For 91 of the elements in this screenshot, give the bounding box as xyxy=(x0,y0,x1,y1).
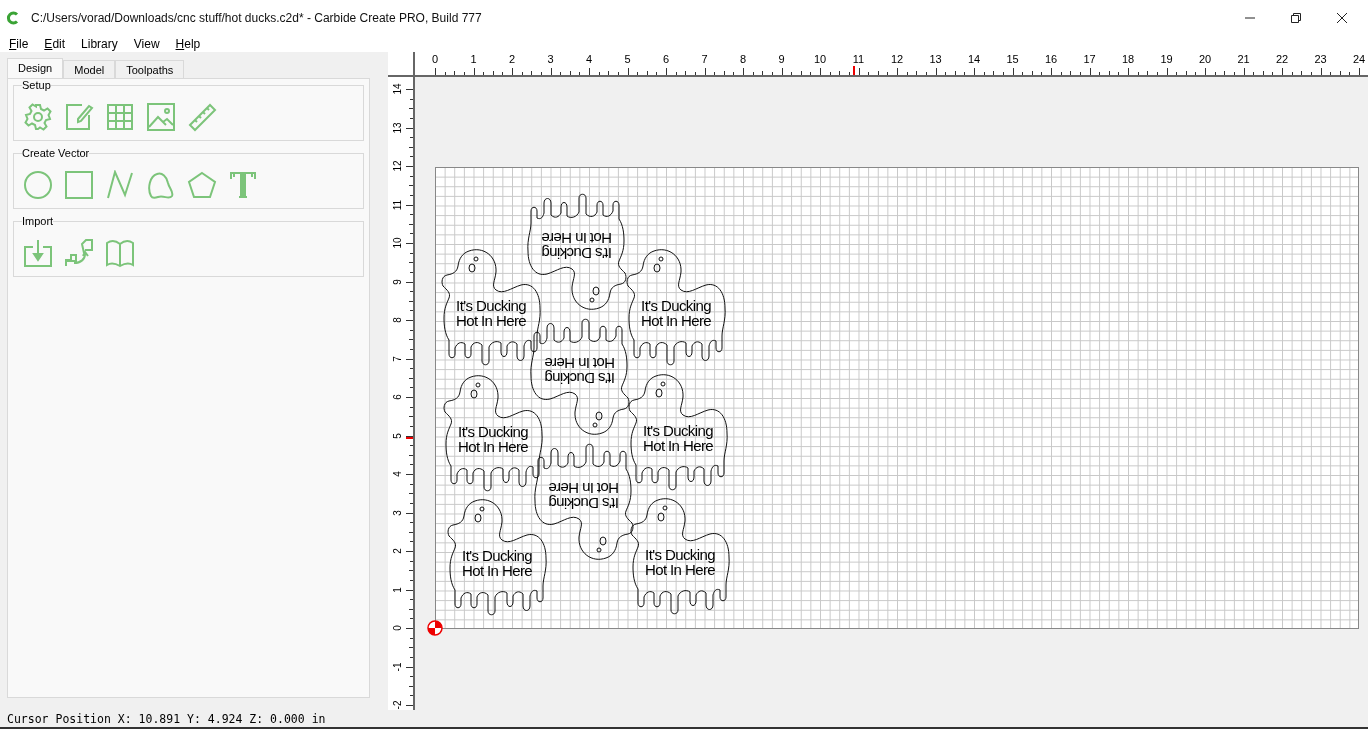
ruler-label: 5 xyxy=(392,431,404,441)
design-text[interactable]: It's Ducking xyxy=(542,246,612,261)
menu-item[interactable]: Help xyxy=(175,37,201,51)
ruler-label: 17 xyxy=(1083,54,1096,65)
design-text[interactable]: It's Ducking xyxy=(549,496,619,511)
ruler-label: 23 xyxy=(1314,54,1327,65)
ruler-label: 7 xyxy=(701,54,708,65)
design-text[interactable]: It's Ducking xyxy=(458,424,528,439)
circle-icon[interactable] xyxy=(23,170,53,200)
ruler-icon[interactable] xyxy=(187,102,217,132)
ruler-label: 19 xyxy=(1160,54,1173,65)
ruler-label: 2 xyxy=(392,547,404,556)
ruler-label: 6 xyxy=(392,393,404,402)
design-text[interactable]: It's Ducking xyxy=(462,548,532,563)
design-text[interactable]: It's Ducking xyxy=(643,423,713,438)
design-text[interactable]: Hot In Here xyxy=(548,481,620,496)
ruler-label: 12 xyxy=(890,54,904,65)
menu-item[interactable]: Edit xyxy=(44,37,66,51)
restore-icon[interactable] xyxy=(1290,12,1302,24)
menu-item[interactable]: View xyxy=(133,37,160,51)
design-text[interactable]: Hot In Here xyxy=(461,563,533,578)
ruler-label: 3 xyxy=(547,54,554,65)
ruler-label: 14 xyxy=(392,83,404,95)
ruler-label: 20 xyxy=(1198,54,1212,65)
ruler-label: 16 xyxy=(1044,54,1058,65)
ruler-label: 11 xyxy=(852,54,865,65)
ruler-label: 22 xyxy=(1275,54,1289,65)
ruler-label: 9 xyxy=(778,54,785,65)
ruler-label: 8 xyxy=(739,54,747,65)
ruler-label: -2 xyxy=(392,699,404,710)
design-text[interactable]: Hot In Here xyxy=(544,356,616,371)
cursor-marker xyxy=(406,437,413,440)
design-text[interactable]: Hot In Here xyxy=(457,439,529,454)
curve-icon[interactable] xyxy=(146,170,176,200)
ruler-label: 9 xyxy=(392,277,404,287)
grid-icon[interactable] xyxy=(105,102,135,132)
design-text[interactable]: Hot In Here xyxy=(640,313,712,328)
window-title: C:/Users/vorad/Downloads/cnc stuff/hot ducks.c2d* - Carbide Create PRO, Build 777 xyxy=(31,11,483,25)
group-title: Create Vector xyxy=(22,147,90,160)
ruler-label: 0 xyxy=(392,624,404,633)
design-text[interactable]: Hot In Here xyxy=(455,313,527,328)
ruler-label: 13 xyxy=(929,54,942,65)
image-icon[interactable] xyxy=(146,102,176,132)
gear-icon[interactable] xyxy=(23,102,53,132)
menu-item[interactable]: File xyxy=(9,37,29,51)
design-text[interactable]: Hot In Here xyxy=(644,562,716,577)
app-logo-icon xyxy=(6,11,20,25)
ruler-label: 12 xyxy=(392,160,404,172)
ruler-label: 15 xyxy=(1006,54,1019,65)
polyline-icon[interactable] xyxy=(105,170,135,200)
cursor-position-text: Cursor Position X: 10.891 Y: 4.924 Z: 0.000 in xyxy=(7,711,326,726)
design-text[interactable]: It's Ducking xyxy=(456,298,526,313)
ruler-label: -1 xyxy=(392,661,404,673)
close-icon[interactable] xyxy=(1336,12,1348,24)
group-title: Setup xyxy=(22,79,51,92)
design-text[interactable]: It's Ducking xyxy=(645,547,715,562)
ruler-label: 8 xyxy=(392,316,404,325)
cursor-marker xyxy=(853,66,856,75)
ruler-label: 13 xyxy=(392,121,404,134)
ruler-label: 21 xyxy=(1237,54,1250,65)
ruler-label: 6 xyxy=(662,54,670,65)
ruler-label: 24 xyxy=(1352,54,1366,65)
ruler-label: 4 xyxy=(392,470,404,479)
ruler-label: 18 xyxy=(1121,54,1135,65)
pentagon-icon[interactable] xyxy=(187,170,217,200)
group-title: Import xyxy=(22,215,54,228)
ruler-label: 1 xyxy=(392,585,404,595)
design-text[interactable]: It's Ducking xyxy=(641,298,711,313)
ruler-label: 14 xyxy=(967,54,981,65)
text-tool-icon[interactable] xyxy=(228,170,258,200)
origin-icon xyxy=(427,620,443,636)
ruler-label: 5 xyxy=(624,54,631,65)
design-text[interactable]: It's Ducking xyxy=(545,371,615,386)
ruler-label: 10 xyxy=(392,237,404,249)
ruler-label: 3 xyxy=(392,508,404,518)
design-text[interactable]: Hot In Here xyxy=(541,231,613,246)
ruler-label: 4 xyxy=(585,54,593,65)
ruler-label: 7 xyxy=(392,354,404,364)
square-icon[interactable] xyxy=(64,170,94,200)
stairs-icon[interactable] xyxy=(64,238,94,268)
design-text[interactable]: Hot In Here xyxy=(642,438,714,453)
book-icon[interactable] xyxy=(105,238,135,268)
edit-icon[interactable] xyxy=(64,102,94,132)
ruler-label: 0 xyxy=(431,54,439,65)
ruler-label: 11 xyxy=(392,198,404,211)
ruler-label: 10 xyxy=(813,54,827,65)
import-icon[interactable] xyxy=(23,238,53,268)
ruler-label: 1 xyxy=(470,54,477,65)
menu-item[interactable]: Library xyxy=(81,37,118,51)
ruler-label: 2 xyxy=(508,54,516,65)
tab[interactable]: Design xyxy=(7,58,64,79)
